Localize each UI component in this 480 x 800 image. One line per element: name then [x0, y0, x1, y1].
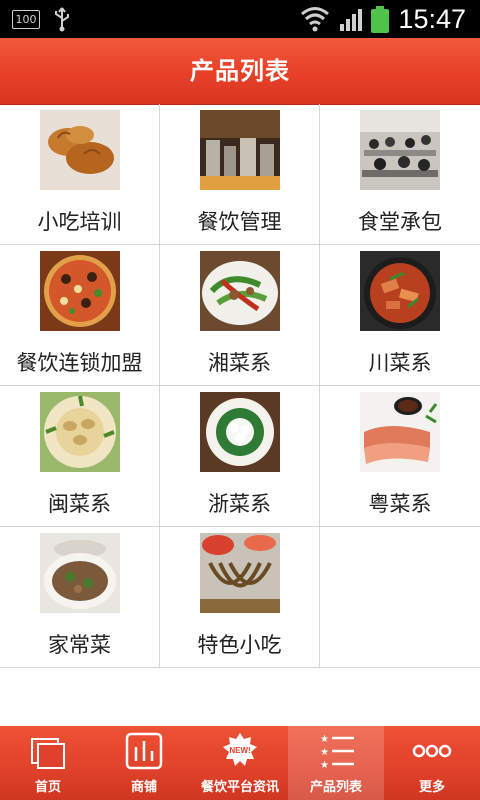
product-item-fujian-cuisine[interactable]: 闽菜系 — [0, 386, 160, 527]
tab-more[interactable]: 更多 — [384, 726, 480, 800]
list-icon: ★ ★ ★ — [320, 734, 354, 771]
more-icon — [412, 744, 452, 758]
empty-grid-cell — [320, 527, 480, 668]
battery-icon — [371, 6, 389, 33]
tab-home[interactable]: 首页 — [0, 726, 96, 800]
product-label: 特色小吃 — [197, 633, 282, 657]
svg-text:★: ★ — [320, 747, 329, 758]
cantonese-dish-image — [360, 392, 440, 472]
home-style-dish-image — [40, 533, 120, 613]
product-item-specialty-snacks[interactable]: 特色小吃 — [160, 527, 320, 668]
home-icon — [31, 738, 65, 769]
zhejiang-dish-image — [200, 392, 280, 472]
tab-news[interactable]: NEW! 餐饮平台资讯 — [192, 726, 288, 800]
battery-level-indicator: 100 — [12, 10, 40, 29]
product-label: 食堂承包 — [358, 210, 442, 234]
product-item-zhejiang-cuisine[interactable]: 浙菜系 — [160, 386, 320, 527]
svg-text:★: ★ — [320, 760, 329, 771]
usb-icon — [55, 7, 69, 32]
product-label: 家常菜 — [48, 633, 111, 657]
restaurant-kitchen-image — [200, 110, 280, 190]
tab-shop[interactable]: 商铺 — [96, 726, 192, 800]
product-label: 小吃培训 — [37, 210, 122, 234]
product-item-cantonese-cuisine[interactable]: 粤菜系 — [320, 386, 480, 527]
product-item-canteen-contract[interactable]: 食堂承包 — [320, 104, 480, 245]
news-icon: NEW! — [223, 733, 257, 766]
pizza-image — [40, 251, 120, 331]
product-item-chain-franchise[interactable]: 餐饮连锁加盟 — [0, 245, 160, 386]
tab-label: 首页 — [34, 780, 61, 795]
signal-icon — [340, 9, 362, 31]
svg-text:★: ★ — [320, 734, 329, 745]
product-item-restaurant-management[interactable]: 餐饮管理 — [160, 104, 320, 245]
tab-label: 餐饮平台资讯 — [200, 780, 279, 795]
tab-label: 商铺 — [130, 780, 157, 795]
fujian-dish-image — [40, 392, 120, 472]
canteen-dining-image — [360, 110, 440, 190]
shop-icon — [125, 732, 163, 770]
product-label: 粤菜系 — [368, 492, 432, 516]
product-label: 湘菜系 — [208, 351, 271, 375]
sichuan-dish-image — [360, 251, 440, 331]
product-item-home-style-cuisine[interactable]: 家常菜 — [0, 527, 160, 668]
tab-label: 产品列表 — [309, 780, 362, 795]
status-bar: 100 15:47 — [0, 0, 480, 38]
product-label: 川菜系 — [368, 351, 432, 375]
title-bar: 产品列表 — [0, 38, 480, 105]
tab-product-list[interactable]: ★ ★ ★ 产品列表 — [288, 726, 384, 800]
noodle-snack-image — [200, 533, 280, 613]
product-label: 浙菜系 — [208, 492, 271, 516]
page-title: 产品列表 — [190, 57, 290, 85]
wifi-icon — [301, 7, 329, 32]
product-label: 餐饮管理 — [197, 210, 282, 234]
hunan-dish-image — [200, 251, 280, 331]
new-badge: NEW! — [229, 746, 250, 755]
tab-label: 更多 — [418, 780, 445, 795]
product-item-hunan-cuisine[interactable]: 湘菜系 — [160, 245, 320, 386]
bottom-tab-bar: 首页 商铺 NEW! 餐饮平台资讯 ★ ★ ★ 产品列表 更多 — [0, 726, 480, 800]
product-label: 餐饮连锁加盟 — [16, 351, 143, 375]
clock: 15:47 — [398, 4, 466, 34]
product-item-snack-training[interactable]: 小吃培训 — [0, 104, 160, 245]
product-label: 闽菜系 — [48, 492, 111, 516]
product-item-sichuan-cuisine[interactable]: 川菜系 — [320, 245, 480, 386]
fried-chicken-image — [40, 110, 120, 190]
